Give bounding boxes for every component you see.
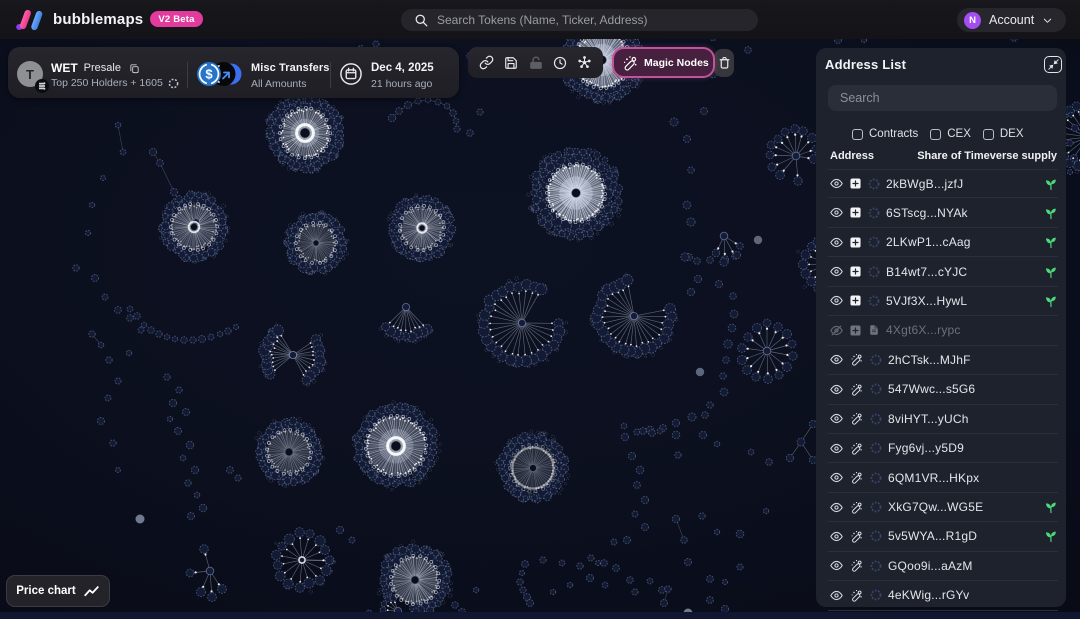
svg-text:$: $ (205, 67, 213, 82)
